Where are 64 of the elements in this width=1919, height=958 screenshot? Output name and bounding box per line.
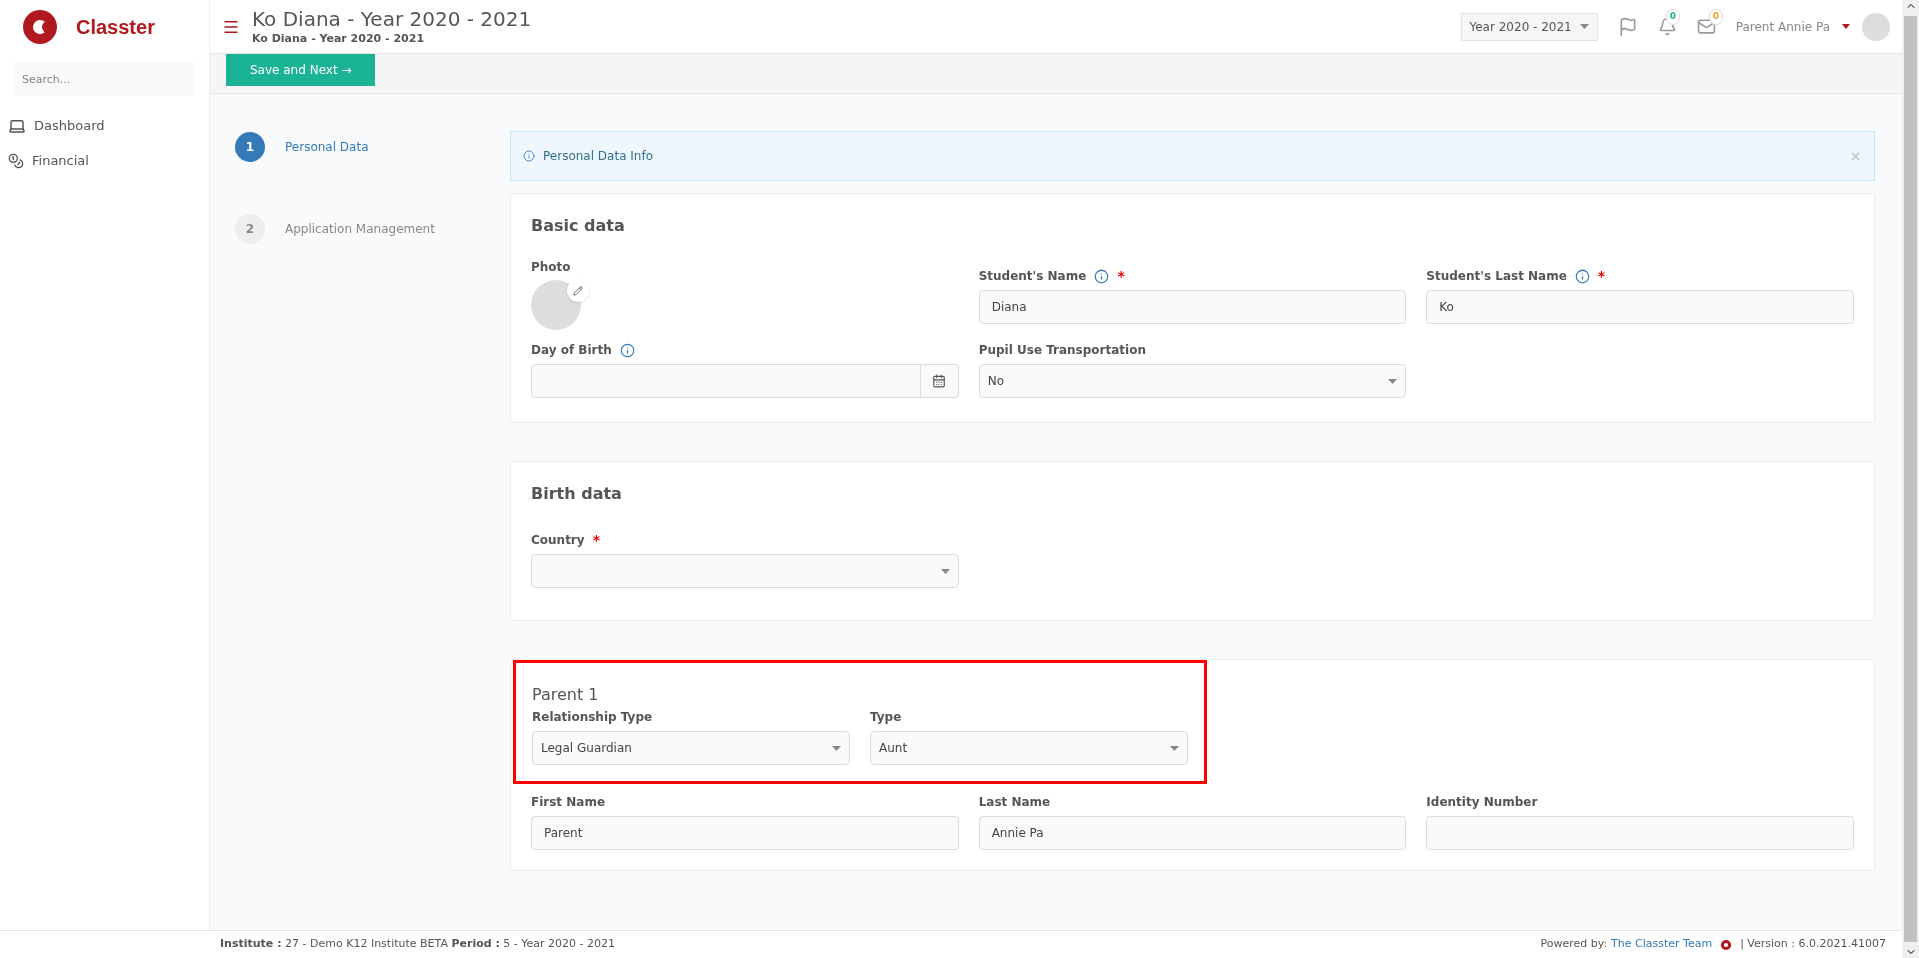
wizard-step[interactable]: 1 Personal Data xyxy=(235,132,510,162)
version-text: | Version : 6.0.2021.41007 xyxy=(1740,936,1886,953)
info-icon[interactable] xyxy=(619,342,635,358)
required-mark: * xyxy=(1597,269,1606,283)
calendar-button[interactable] xyxy=(920,364,959,398)
logo-icon xyxy=(1720,938,1733,951)
alert-text: Personal Data Info xyxy=(543,148,653,165)
caret-icon xyxy=(1842,24,1850,29)
section-title: Birth data xyxy=(531,483,623,505)
section-title: Parent 1 xyxy=(532,684,600,706)
search-field[interactable]: Search... xyxy=(14,62,195,96)
sidebar-item[interactable]: Financial xyxy=(0,143,209,178)
field-label: Identity Number xyxy=(1426,794,1538,811)
field-label: Last Name xyxy=(978,794,1051,811)
field-label: Relationship Type xyxy=(532,709,653,726)
field-label: Day of Birth xyxy=(531,342,612,359)
select-field[interactable]: Aunt xyxy=(870,731,1188,765)
field-label: Pupil Use Transportation xyxy=(978,342,1146,359)
institute-info: Institute : 27 - Demo K12 Institute BETA Period : 5 - Year 2020 - 2021 xyxy=(220,936,616,953)
edit-photo-button[interactable] xyxy=(567,280,589,302)
coins-icon xyxy=(8,152,24,169)
field-label: Student's Name xyxy=(978,268,1087,285)
page-subtitle: Ko Diana - Year 2020 - 2021 xyxy=(252,32,426,46)
input-field[interactable] xyxy=(1426,816,1854,850)
notification-count: 0 xyxy=(1665,9,1681,25)
required-mark: * xyxy=(592,533,600,547)
caret-icon xyxy=(1579,24,1589,29)
bell-icon[interactable] xyxy=(1657,17,1677,36)
sidebar-item[interactable]: Dashboard xyxy=(0,108,209,143)
input-field[interactable]: Parent xyxy=(531,816,959,850)
caret-icon xyxy=(1170,745,1179,751)
pencil-icon xyxy=(573,286,583,296)
input-field[interactable]: Annie Pa xyxy=(978,816,1407,850)
field-label: Country xyxy=(531,532,585,549)
year-select[interactable]: Year 2020 - 2021 xyxy=(1460,12,1598,41)
caret-icon xyxy=(832,745,841,751)
brand-name: Classter xyxy=(76,15,155,40)
mail-icon[interactable] xyxy=(1696,17,1716,36)
calendar-icon xyxy=(932,374,947,388)
field-label: Student's Last Name xyxy=(1426,268,1567,285)
caret-icon xyxy=(1388,378,1398,384)
field-label: Photo xyxy=(531,259,572,276)
info-icon[interactable] xyxy=(1094,268,1110,284)
input-field[interactable]: Ko xyxy=(1426,290,1854,324)
page-title: Ko Diana - Year 2020 - 2021 xyxy=(252,7,532,33)
photo-placeholder xyxy=(531,280,581,330)
team-link[interactable]: The Classter Team xyxy=(1611,936,1713,953)
input-field[interactable]: Diana xyxy=(978,290,1407,324)
date-field[interactable] xyxy=(531,364,921,398)
wizard-step[interactable]: 2 Application Management xyxy=(235,214,510,244)
info-icon[interactable] xyxy=(1574,268,1590,284)
message-count: 0 xyxy=(1708,9,1724,25)
powered-by-text: Powered by: xyxy=(1540,936,1608,953)
caret-icon xyxy=(940,568,950,574)
select-field[interactable]: Legal Guardian xyxy=(532,731,850,765)
select-field[interactable] xyxy=(531,554,959,588)
required-mark: * xyxy=(1117,269,1125,283)
field-label: Type xyxy=(870,709,902,726)
section-title: Basic data xyxy=(531,215,626,237)
user-menu[interactable]: Parent Annie Pa xyxy=(1735,17,1830,36)
logo-icon xyxy=(20,7,60,47)
field-label: First Name xyxy=(531,794,606,811)
info-icon xyxy=(523,150,535,162)
select-field[interactable]: No xyxy=(978,364,1407,398)
